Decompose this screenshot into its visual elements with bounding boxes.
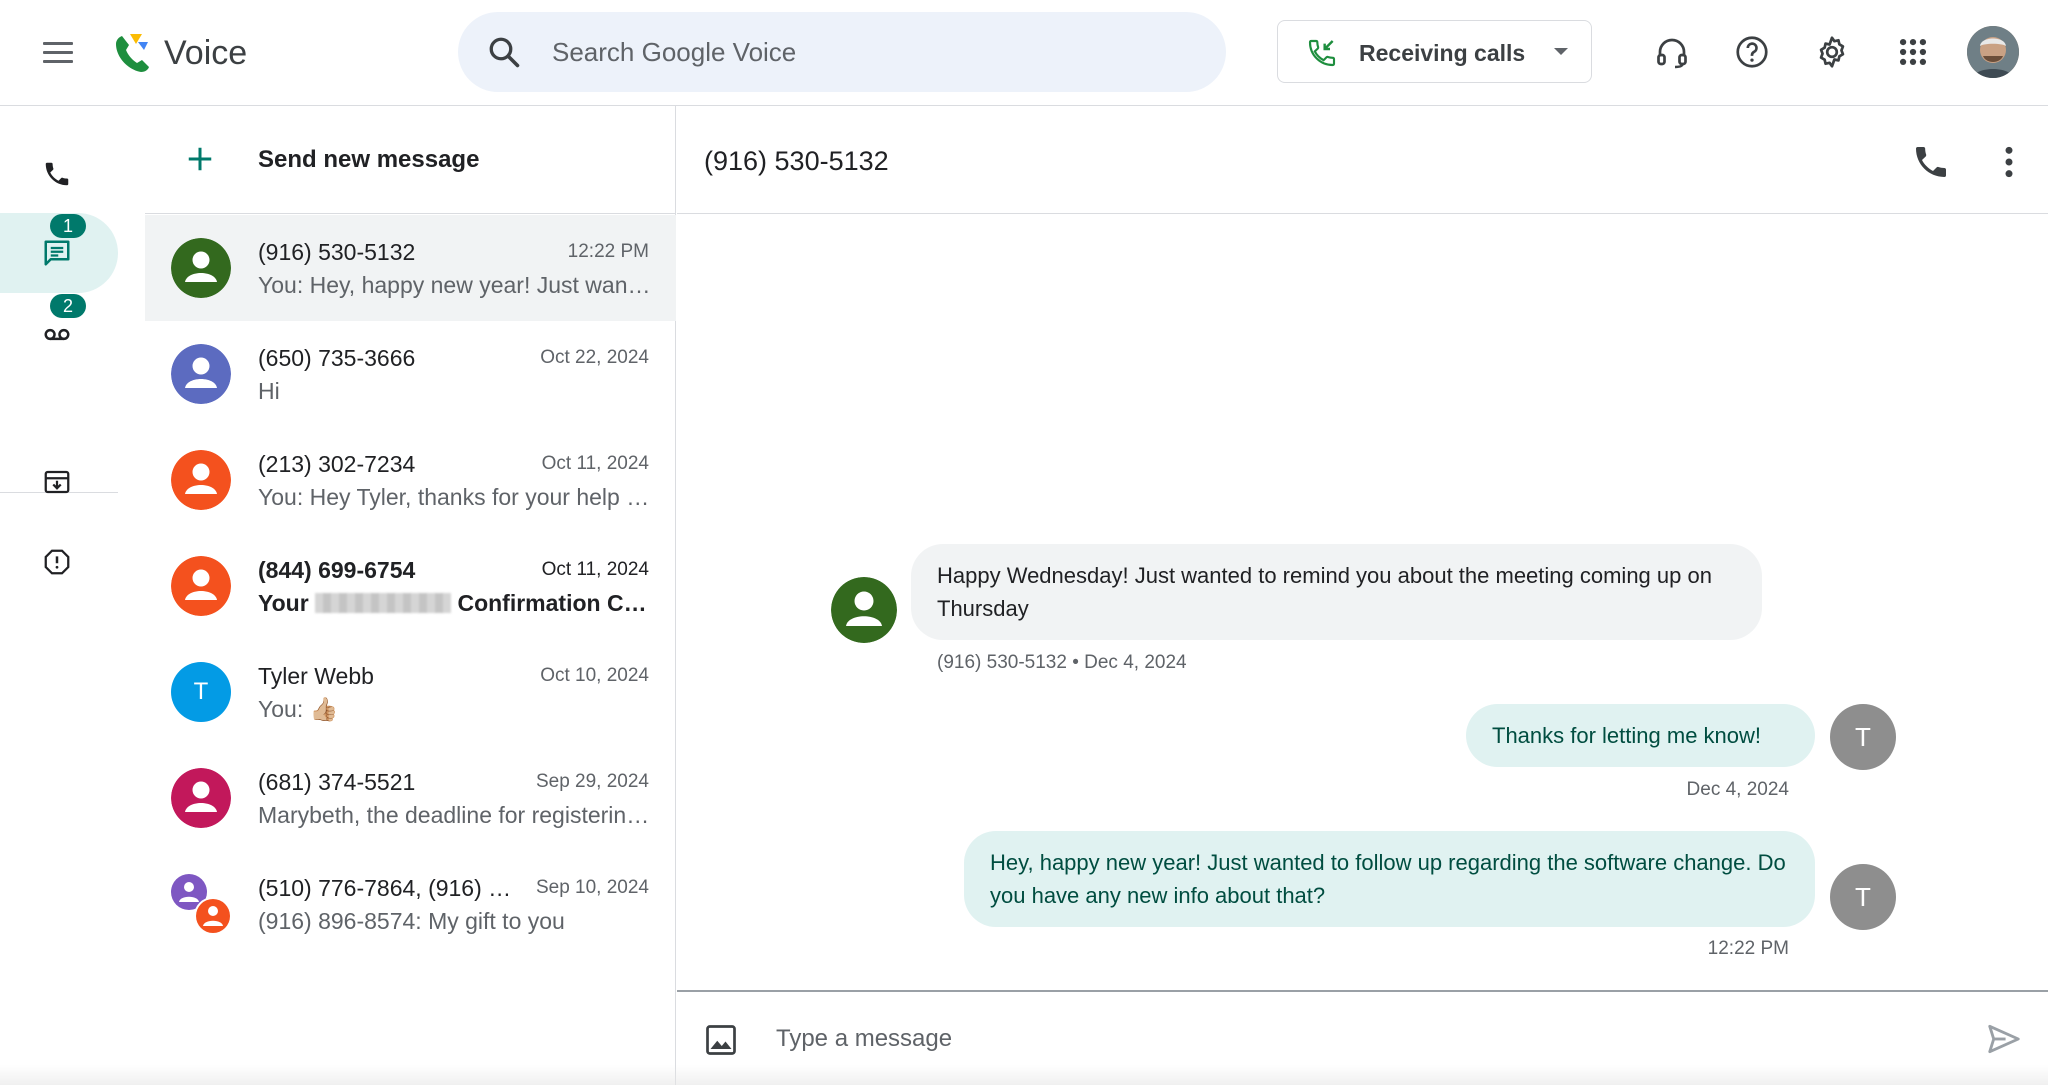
nav-spam[interactable] [0, 522, 118, 602]
redacted-text [315, 593, 452, 613]
conversation-preview: You: Hey Tyler, thanks for your help tod… [258, 484, 652, 510]
call-status-dropdown[interactable]: Receiving calls [1277, 20, 1592, 83]
user-avatar: T [1830, 704, 1896, 770]
contact-avatar [171, 344, 231, 404]
contact-avatar [171, 450, 231, 510]
incoming-call-icon [1308, 39, 1336, 67]
conversation-item[interactable]: (213) 302-7234 Oct 11, 2024 You: Hey Tyl… [145, 427, 676, 533]
conversation-item[interactable]: T Tyler Webb Oct 10, 2024 You: 👍🏼 [145, 639, 676, 745]
dropdown-caret-icon [1554, 48, 1568, 55]
conversation-preview: Your Confirmation Code [258, 588, 652, 618]
message-thread: (916) 530-5132 Happy Wednesday! Just wan… [677, 106, 2048, 1085]
search-icon[interactable] [486, 34, 522, 70]
preview-text-end: Confirmation Code [457, 590, 652, 616]
conversation-date: 12:22 PM [567, 241, 649, 262]
phone-icon [45, 162, 69, 186]
sender-avatar [831, 577, 897, 643]
avatar-letter: T [193, 678, 209, 705]
plus-icon [188, 147, 212, 171]
voicemail-icon [44, 328, 70, 341]
contact-avatar [171, 238, 231, 298]
message-meta: Dec 4, 2024 [1686, 779, 1789, 800]
conversation-date: Oct 10, 2024 [540, 665, 649, 686]
conversation-name: (213) 302-7234 [258, 451, 416, 477]
search-input[interactable] [552, 32, 1192, 72]
account-avatar[interactable] [1967, 26, 2019, 78]
top-header: Voice Receiving calls [0, 0, 2048, 106]
message-meta: 12:22 PM [1707, 938, 1789, 959]
archive-icon [44, 470, 70, 494]
send-new-message-button[interactable]: Send new message [145, 106, 676, 214]
search-bar [458, 12, 1226, 92]
nav-calls[interactable] [0, 134, 118, 214]
image-attach-icon[interactable] [703, 1022, 739, 1058]
message-input[interactable] [776, 1018, 1926, 1060]
voicemail-badge: 2 [50, 294, 86, 318]
call-icon[interactable] [1911, 142, 1951, 182]
conversation-date: Sep 29, 2024 [535, 771, 649, 792]
conversation-date: Oct 11, 2024 [541, 559, 649, 580]
help-icon[interactable] [1730, 30, 1774, 74]
conversation-item[interactable]: (916) 530-5132 12:22 PM You: Hey, happy … [145, 215, 676, 321]
conversation-item[interactable]: (844) 699-6754 Oct 11, 2024 Your Confirm… [145, 533, 676, 639]
outgoing-message: Hey, happy new year! Just wanted to foll… [964, 831, 1815, 927]
group-avatar [171, 874, 232, 935]
conversation-name: Tyler Webb [258, 663, 374, 689]
message-icon [44, 240, 70, 266]
thread-title: (916) 530-5132 [704, 146, 889, 176]
settings-icon[interactable] [1810, 30, 1854, 74]
preview-text-start: Your [258, 590, 309, 616]
conversation-preview: You: Hey, happy new year! Just wanted to… [258, 272, 652, 298]
conversation-preview: Hi [258, 378, 280, 404]
contact-avatar: T [171, 662, 231, 722]
conversation-list: Send new message (916) 530-5132 12:22 PM… [145, 106, 676, 1085]
conversation-name: (650) 735-3666 [258, 345, 416, 371]
conversation-date: Oct 22, 2024 [540, 347, 649, 368]
incoming-message: Happy Wednesday! Just wanted to remind y… [911, 544, 1762, 640]
conversation-item[interactable]: (681) 374-5521 Sep 29, 2024 Marybeth, th… [145, 745, 676, 851]
more-options-icon[interactable] [1989, 142, 2029, 182]
contact-avatar [171, 768, 231, 828]
outgoing-message: Thanks for letting me know! [1466, 704, 1815, 767]
thread-header: (916) 530-5132 [677, 106, 2048, 214]
call-status-label: Receiving calls [1359, 40, 1526, 66]
conversation-name: (844) 699-6754 [258, 557, 416, 583]
contact-avatar [171, 556, 231, 616]
conversation-item[interactable]: (650) 735-3666 Oct 22, 2024 Hi [145, 321, 676, 427]
nav-archive[interactable] [0, 442, 118, 522]
message-meta: (916) 530-5132 • Dec 4, 2024 [937, 652, 1187, 673]
conversation-name: (916) 530-5132 [258, 239, 416, 265]
message-composer [677, 990, 2048, 1085]
send-new-message-label: Send new message [258, 146, 480, 173]
apps-grid-icon[interactable] [1891, 30, 1935, 74]
headset-icon[interactable] [1650, 30, 1694, 74]
conversation-date: Oct 11, 2024 [541, 453, 649, 474]
conversation-preview: (916) 896-8574: My gift to you [258, 908, 565, 934]
messages-badge: 1 [50, 214, 86, 238]
app-name: Voice [164, 34, 248, 72]
conversation-preview: Marybeth, the deadline for registering i… [258, 802, 652, 828]
conversation-preview: You: 👍🏼 [258, 696, 339, 722]
conversation-name: (681) 374-5521 [258, 769, 416, 795]
conversation-date: Sep 10, 2024 [535, 877, 649, 898]
conversation-name: (510) 776-7864, (916) 896-8574 [258, 875, 523, 901]
user-avatar: T [1830, 864, 1896, 930]
spam-icon [44, 549, 70, 575]
voice-logo-icon [116, 34, 149, 72]
main-menu-icon[interactable] [38, 32, 78, 72]
nav-rail: 1 2 [0, 106, 145, 1085]
conversation-item[interactable]: (510) 776-7864, (916) 896-8574 Sep 10, 2… [145, 851, 676, 957]
send-icon[interactable] [1985, 1020, 2023, 1058]
